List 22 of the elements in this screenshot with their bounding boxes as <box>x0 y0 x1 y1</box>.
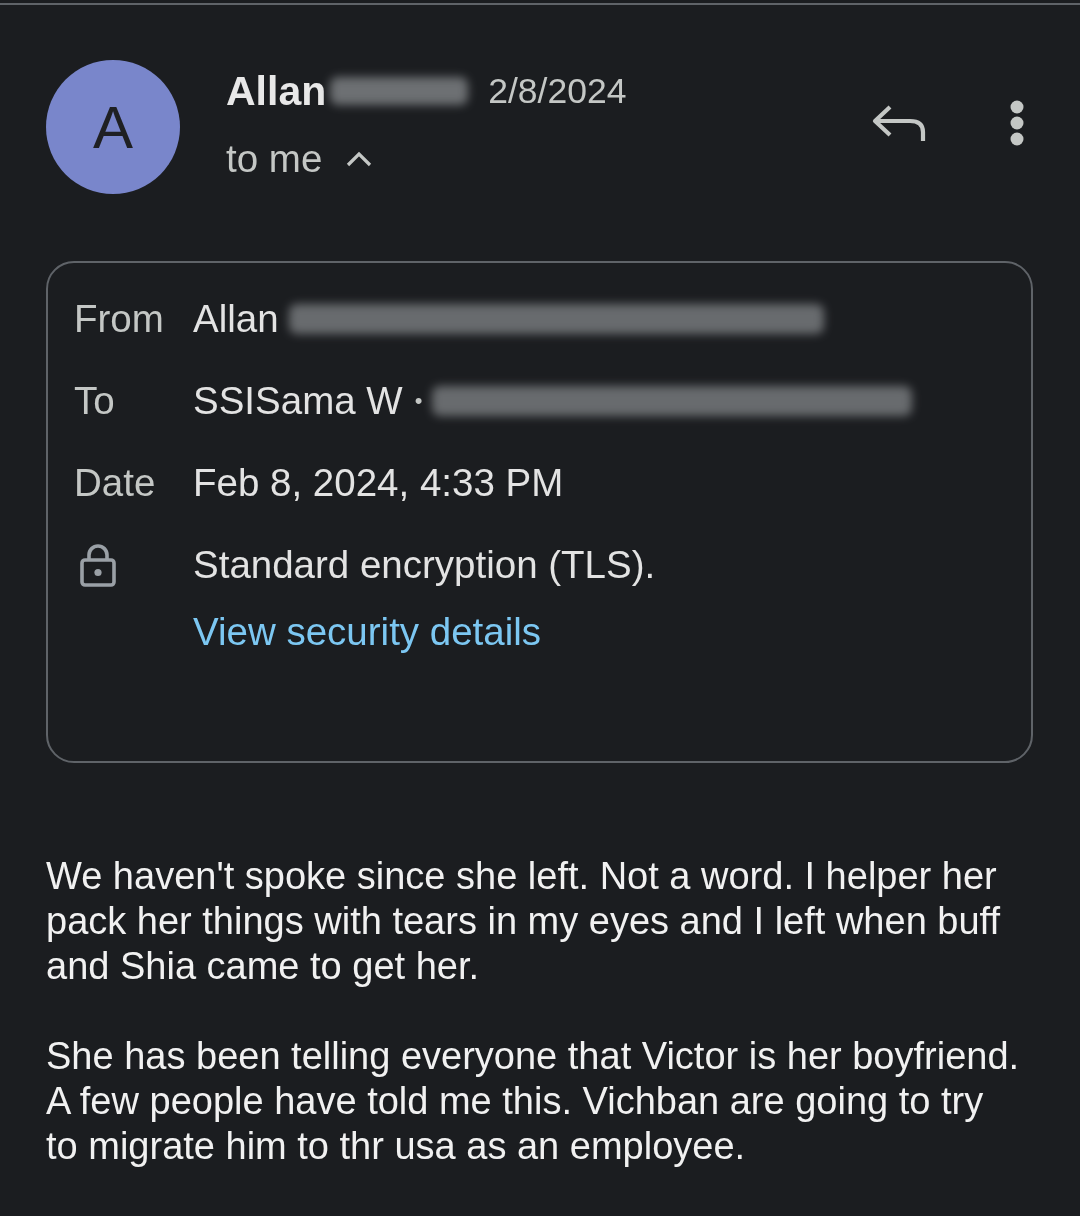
details-toggle-button[interactable] <box>346 151 373 167</box>
reply-icon <box>872 104 926 142</box>
detail-value: SSISama W <box>193 378 403 424</box>
encryption-text: Standard encryption (TLS). <box>193 542 656 588</box>
detail-value: Allan <box>193 296 279 342</box>
more-options-button[interactable] <box>1009 100 1025 146</box>
sender-name: Allan <box>226 67 327 115</box>
recipient-summary: to me <box>226 137 323 181</box>
security-details-link[interactable]: View security details <box>193 610 542 653</box>
lock-icon <box>80 543 116 587</box>
message-date: 2/8/2024 <box>488 70 627 112</box>
separator-dot: • <box>414 387 423 415</box>
reply-button[interactable] <box>872 104 926 142</box>
message-paragraph: She has been telling everyone that Victor is her boyfriend. A few people have told me this. Vichban are going to try to migrate him to thr usa as an employee. <box>46 1034 1021 1169</box>
detail-label: From <box>74 296 165 342</box>
more-options-icon <box>1009 100 1025 146</box>
sender-avatar: A <box>46 60 180 194</box>
detail-value: Feb 8, 2024, 4:33 PM <box>193 460 564 506</box>
detail-label: To <box>74 378 116 424</box>
detail-label: Date <box>74 460 157 506</box>
message-paragraph: We haven't spoke since she left. Not a word. I helper her pack her things with tears in my eyes and I left when buff and Shia came to get her. <box>46 854 1002 989</box>
caret-icon <box>346 151 373 167</box>
